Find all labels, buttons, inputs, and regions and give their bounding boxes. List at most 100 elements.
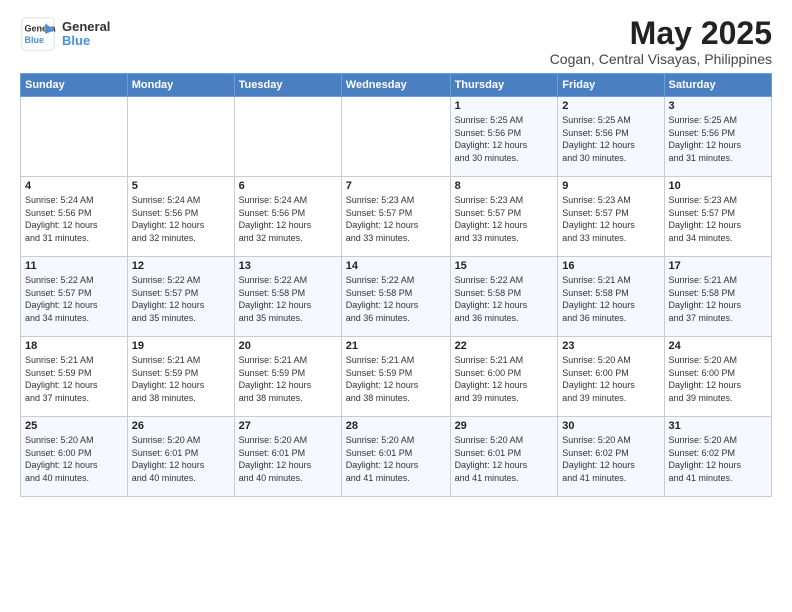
calendar-body: 1Sunrise: 5:25 AMSunset: 5:56 PMDaylight… [21,97,772,497]
day-cell: 9 Sunrise: 5:23 AMSunset: 5:57 PMDaylight… [558,177,664,257]
day-number: 25 [25,420,123,432]
day-number: 21 [346,340,446,352]
logo-icon: General Blue [20,16,56,52]
day-number: 10 [669,180,767,192]
day-cell: 20 Sunrise: 5:21 AMSunset: 5:59 PMDayligh… [234,337,341,417]
title-block: May 2025 Cogan, Central Visayas, Philipp… [550,16,772,67]
day-info: Sunrise: 5:20 AMSunset: 6:01 PMDaylight:… [455,434,554,484]
day-info: Sunrise: 5:20 AMSunset: 6:01 PMDaylight:… [239,434,337,484]
day-number: 6 [239,180,337,192]
page: General Blue General Blue May 2025 Cogan… [0,0,792,612]
day-cell [341,97,450,177]
day-cell: 13 Sunrise: 5:22 AMSunset: 5:58 PMDayligh… [234,257,341,337]
day-info: Sunrise: 5:21 AMSunset: 5:59 PMDaylight:… [132,354,230,404]
day-number: 5 [132,180,230,192]
header-monday: Monday [127,74,234,97]
day-info: Sunrise: 5:24 AMSunset: 5:56 PMDaylight:… [25,194,123,244]
day-number: 26 [132,420,230,432]
day-info: Sunrise: 5:23 AMSunset: 5:57 PMDaylight:… [455,194,554,244]
day-info: Sunrise: 5:21 AMSunset: 6:00 PMDaylight:… [455,354,554,404]
day-number: 20 [239,340,337,352]
day-cell: 6 Sunrise: 5:24 AMSunset: 5:56 PMDaylight… [234,177,341,257]
day-cell: 2Sunrise: 5:25 AMSunset: 5:56 PMDaylight… [558,97,664,177]
day-cell [234,97,341,177]
svg-text:Blue: Blue [25,35,45,45]
calendar-table: Sunday Monday Tuesday Wednesday Thursday… [20,73,772,497]
day-number: 14 [346,260,446,272]
day-info: Sunrise: 5:25 AMSunset: 5:56 PMDaylight:… [562,114,659,164]
day-number: 8 [455,180,554,192]
day-number: 9 [562,180,659,192]
logo: General Blue General Blue [20,16,110,52]
day-cell: 4Sunrise: 5:24 AMSunset: 5:56 PMDaylight… [21,177,128,257]
day-info: Sunrise: 5:25 AMSunset: 5:56 PMDaylight:… [669,114,767,164]
day-cell: 1Sunrise: 5:25 AMSunset: 5:56 PMDaylight… [450,97,558,177]
week-row-3: 18 Sunrise: 5:21 AMSunset: 5:59 PMDayligh… [21,337,772,417]
day-cell: 25 Sunrise: 5:20 AMSunset: 6:00 PMDayligh… [21,417,128,497]
day-info: Sunrise: 5:20 AMSunset: 6:02 PMDaylight:… [669,434,767,484]
header-tuesday: Tuesday [234,74,341,97]
day-cell: 22Sunrise: 5:21 AMSunset: 6:00 PMDayligh… [450,337,558,417]
day-number: 11 [25,260,123,272]
day-cell [127,97,234,177]
logo-text: General Blue [62,20,110,49]
day-cell: 11Sunrise: 5:22 AMSunset: 5:57 PMDayligh… [21,257,128,337]
day-info: Sunrise: 5:20 AMSunset: 6:01 PMDaylight:… [346,434,446,484]
day-info: Sunrise: 5:23 AMSunset: 5:57 PMDaylight:… [669,194,767,244]
day-cell: 10 Sunrise: 5:23 AMSunset: 5:57 PMDayligh… [664,177,771,257]
day-cell: 21Sunrise: 5:21 AMSunset: 5:59 PMDayligh… [341,337,450,417]
day-cell: 30 Sunrise: 5:20 AMSunset: 6:02 PMDayligh… [558,417,664,497]
logo-blue-text: Blue [62,34,110,48]
day-cell: 18Sunrise: 5:21 AMSunset: 5:59 PMDayligh… [21,337,128,417]
day-cell: 17Sunrise: 5:21 AMSunset: 5:58 PMDayligh… [664,257,771,337]
day-number: 18 [25,340,123,352]
day-number: 27 [239,420,337,432]
day-info: Sunrise: 5:22 AMSunset: 5:58 PMDaylight:… [346,274,446,324]
day-info: Sunrise: 5:20 AMSunset: 6:01 PMDaylight:… [132,434,230,484]
day-cell: 3 Sunrise: 5:25 AMSunset: 5:56 PMDaylight… [664,97,771,177]
calendar-header: Sunday Monday Tuesday Wednesday Thursday… [21,74,772,97]
day-info: Sunrise: 5:21 AMSunset: 5:59 PMDaylight:… [239,354,337,404]
day-info: Sunrise: 5:21 AMSunset: 5:58 PMDaylight:… [562,274,659,324]
week-row-4: 25 Sunrise: 5:20 AMSunset: 6:00 PMDayligh… [21,417,772,497]
header-wednesday: Wednesday [341,74,450,97]
day-cell: 7 Sunrise: 5:23 AMSunset: 5:57 PMDaylight… [341,177,450,257]
day-number: 19 [132,340,230,352]
day-info: Sunrise: 5:24 AMSunset: 5:56 PMDaylight:… [132,194,230,244]
day-info: Sunrise: 5:20 AMSunset: 6:02 PMDaylight:… [562,434,659,484]
header-thursday: Thursday [450,74,558,97]
day-info: Sunrise: 5:22 AMSunset: 5:58 PMDaylight:… [239,274,337,324]
day-cell: 31 Sunrise: 5:20 AMSunset: 6:02 PMDayligh… [664,417,771,497]
day-cell [21,97,128,177]
day-number: 3 [669,100,767,112]
header: General Blue General Blue May 2025 Cogan… [20,16,772,67]
day-info: Sunrise: 5:24 AMSunset: 5:56 PMDaylight:… [239,194,337,244]
day-cell: 19 Sunrise: 5:21 AMSunset: 5:59 PMDayligh… [127,337,234,417]
day-number: 7 [346,180,446,192]
day-info: Sunrise: 5:23 AMSunset: 5:57 PMDaylight:… [346,194,446,244]
day-cell: 12Sunrise: 5:22 AMSunset: 5:57 PMDayligh… [127,257,234,337]
week-row-2: 11Sunrise: 5:22 AMSunset: 5:57 PMDayligh… [21,257,772,337]
day-info: Sunrise: 5:21 AMSunset: 5:58 PMDaylight:… [669,274,767,324]
header-saturday: Saturday [664,74,771,97]
day-cell: 28Sunrise: 5:20 AMSunset: 6:01 PMDayligh… [341,417,450,497]
day-number: 31 [669,420,767,432]
header-sunday: Sunday [21,74,128,97]
day-info: Sunrise: 5:20 AMSunset: 6:00 PMDaylight:… [25,434,123,484]
week-row-1: 4Sunrise: 5:24 AMSunset: 5:56 PMDaylight… [21,177,772,257]
day-number: 30 [562,420,659,432]
day-cell: 23Sunrise: 5:20 AMSunset: 6:00 PMDayligh… [558,337,664,417]
day-cell: 8 Sunrise: 5:23 AMSunset: 5:57 PMDaylight… [450,177,558,257]
day-info: Sunrise: 5:25 AMSunset: 5:56 PMDaylight:… [455,114,554,164]
day-number: 12 [132,260,230,272]
day-number: 13 [239,260,337,272]
header-row: Sunday Monday Tuesday Wednesday Thursday… [21,74,772,97]
calendar-title: May 2025 [550,16,772,51]
day-number: 24 [669,340,767,352]
day-info: Sunrise: 5:23 AMSunset: 5:57 PMDaylight:… [562,194,659,244]
day-info: Sunrise: 5:20 AMSunset: 6:00 PMDaylight:… [562,354,659,404]
calendar-subtitle: Cogan, Central Visayas, Philippines [550,51,772,67]
day-number: 29 [455,420,554,432]
day-info: Sunrise: 5:20 AMSunset: 6:00 PMDaylight:… [669,354,767,404]
day-cell: 27 Sunrise: 5:20 AMSunset: 6:01 PMDayligh… [234,417,341,497]
